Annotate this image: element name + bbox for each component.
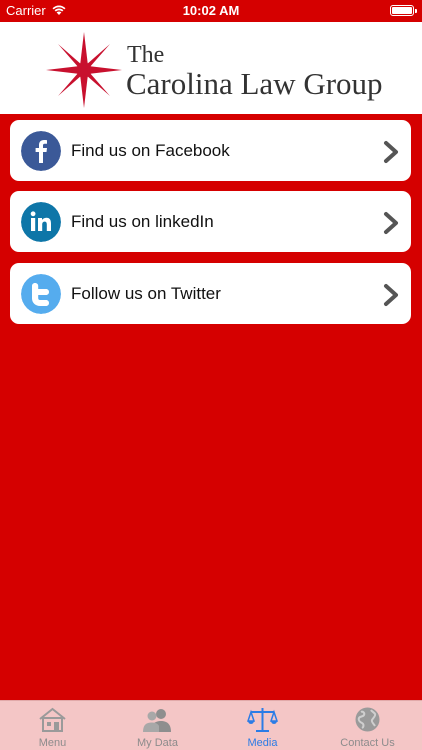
- tab-bar: Menu My Data Media Contact Us: [0, 700, 422, 750]
- logo-text-the: The: [127, 42, 165, 68]
- twitter-link-label: Follow us on Twitter: [71, 284, 221, 303]
- tab-media-label: Media: [247, 737, 278, 749]
- linkedin-link[interactable]: Find us on linkedIn: [10, 191, 411, 252]
- tab-my-data-label: My Data: [137, 737, 178, 749]
- tab-menu-label: Menu: [38, 737, 67, 749]
- facebook-icon: [21, 131, 61, 171]
- facebook-link[interactable]: Find us on Facebook: [10, 120, 411, 181]
- logo-text-name: Carolina Law Group: [126, 66, 383, 101]
- tab-my-data[interactable]: My Data: [105, 701, 210, 750]
- globe-icon: [355, 707, 380, 732]
- chevron-right-icon: [384, 284, 398, 306]
- app-header: The Carolina Law Group: [0, 22, 422, 114]
- facebook-link-label: Find us on Facebook: [71, 141, 230, 160]
- twitter-icon: [21, 274, 61, 314]
- twitter-link[interactable]: Follow us on Twitter: [10, 263, 411, 324]
- home-icon: [39, 707, 66, 732]
- status-bar: Carrier 10:02 AM: [0, 0, 422, 22]
- battery-icon: [390, 5, 417, 16]
- chevron-right-icon: [384, 212, 398, 234]
- linkedin-link-label: Find us on linkedIn: [71, 212, 214, 231]
- tab-contact-us-label: Contact Us: [340, 737, 395, 749]
- compass-rose-logo-icon: [46, 32, 122, 108]
- tab-menu[interactable]: Menu: [0, 701, 105, 750]
- chevron-right-icon: [384, 141, 398, 163]
- linkedin-icon: [21, 202, 61, 242]
- users-icon: [143, 709, 171, 732]
- status-time: 10:02 AM: [182, 3, 240, 18]
- tab-contact-us[interactable]: Contact Us: [315, 701, 420, 750]
- tab-media[interactable]: Media: [210, 701, 315, 750]
- scales-icon: [247, 708, 278, 732]
